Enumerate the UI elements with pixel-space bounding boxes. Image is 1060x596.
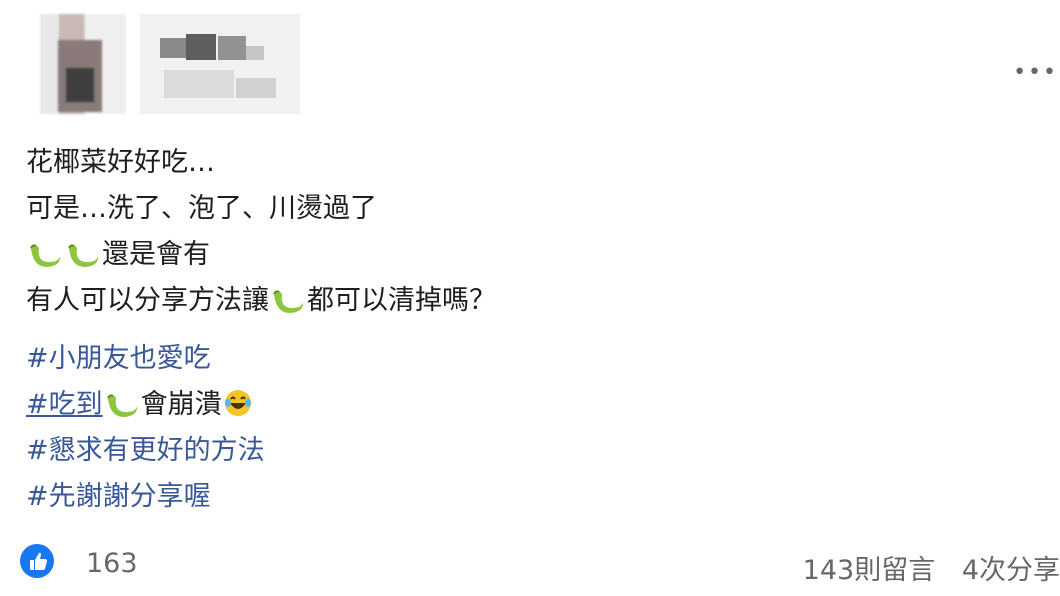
caterpillar-icon [104,387,140,433]
caterpillar-icon [27,237,63,283]
like-reaction-icon[interactable] [20,544,54,578]
avatar[interactable] [40,14,126,114]
laughing-tears-emoji-icon [223,387,253,433]
post-header: ••• [20,14,1060,118]
post-line: 可是…洗了、泡了、川燙過了 [26,193,377,224]
hashtag-link[interactable]: #小朋友也愛吃 [26,343,211,374]
caterpillar-icon [65,237,101,283]
post-line: 有人可以分享方法讓 都可以清掉嗎？ [26,278,1046,324]
reaction-count[interactable]: 163 [86,548,138,579]
post-line: 花椰菜好好吃… [26,147,215,178]
hashtag-line: #吃到 會崩潰 [26,382,1046,428]
hashtag-link[interactable]: #先謝謝分享喔 [26,481,211,512]
hashtag-link[interactable]: #吃到 [26,389,103,420]
hashtag-line: #先謝謝分享喔 [26,474,1046,520]
hashtag-link[interactable]: #懇求有更好的方法 [26,435,265,466]
post-line: 還是會有 [26,232,1046,278]
share-count[interactable]: 4次分享 [962,555,1060,586]
hashtag-line: #懇求有更好的方法 [26,428,1046,474]
post-footer: 163 143則留言 4次分享 [20,542,1060,590]
author-name-blurred[interactable] [140,14,300,114]
post-content: 花椰菜好好吃… 可是…洗了、泡了、川燙過了 還是會有 有人可以分享方法讓 都可以清… [26,140,1046,520]
more-options-icon[interactable]: ••• [1013,62,1058,84]
caterpillar-icon [270,283,306,329]
post-stats: 143則留言 4次分享 [785,548,1060,587]
comment-count[interactable]: 143則留言 [803,555,936,586]
hashtag-line: #小朋友也愛吃 [26,336,1046,382]
